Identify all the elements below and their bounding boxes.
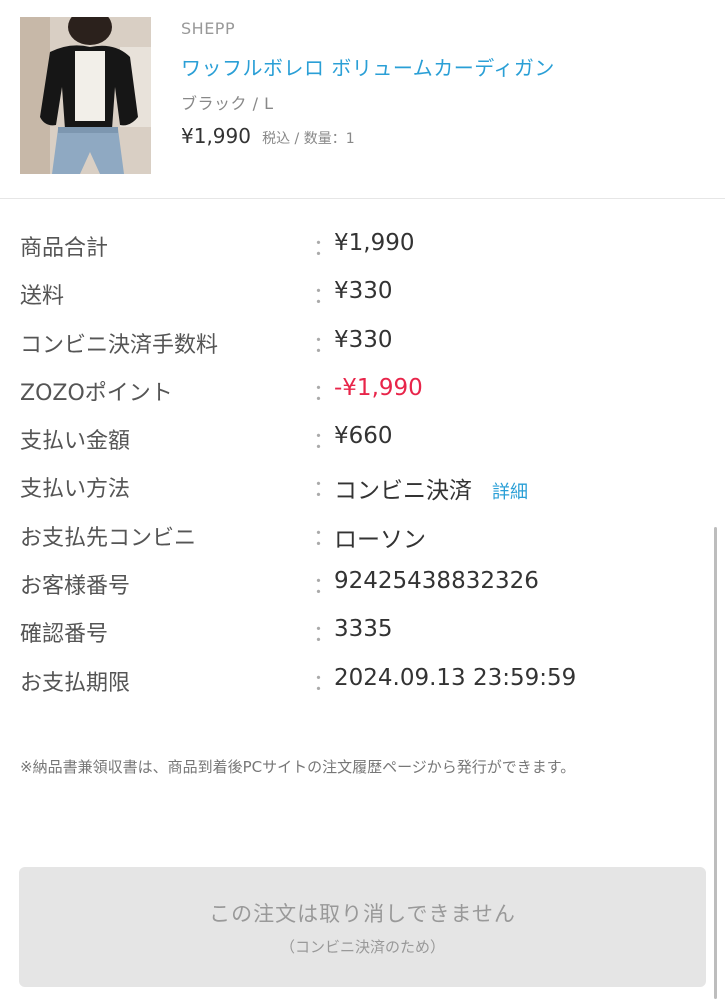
row-label: 支払い方法 (20, 477, 131, 503)
row-payment-method: 支払い方法 ： コンビニ決済 詳細 (0, 469, 725, 517)
row-zozo-points: ZOZOポイント ： -¥1,990 (0, 373, 725, 421)
payment-details: 商品合計 ： ¥1,990 送料 ： ¥330 コンビニ決済手数料 ： ¥330… (0, 228, 725, 711)
row-value: ¥1,990 (334, 230, 415, 256)
row-label: 送料 (20, 284, 65, 310)
product-item[interactable]: SHEPP ワッフルボレロ ボリュームカーディガン ブラック / L ¥1,99… (0, 0, 725, 199)
product-price: ¥1,990 (181, 124, 251, 148)
product-variant: ブラック / L (181, 94, 274, 113)
row-label: 確認番号 (20, 622, 109, 648)
row-store: お支払先コンビニ ： ローソン (0, 518, 725, 566)
row-shipping: 送料 ： ¥330 (0, 276, 725, 324)
row-colon: ： (313, 380, 336, 406)
order-detail-page: SHEPP ワッフルボレロ ボリュームカーディガン ブラック / L ¥1,99… (0, 0, 725, 999)
row-value: 2024.09.13 23:59:59 (334, 664, 577, 691)
row-label: 商品合計 (20, 236, 109, 261)
cancel-button-label: この注文は取り消しできません (209, 902, 516, 926)
product-name-link[interactable]: ワッフルボレロ ボリュームカーディガン (181, 52, 555, 81)
row-value: -¥1,990 (334, 374, 423, 401)
product-thumbnail[interactable] (20, 17, 151, 174)
row-value: ¥330 (334, 278, 393, 305)
row-colon: ： (313, 525, 336, 551)
row-value: コンビニ決済 (334, 478, 472, 505)
row-value: ¥660 (334, 423, 393, 450)
row-value: 92425438832326 (334, 568, 539, 595)
row-value: 3335 (334, 616, 393, 643)
row-label: お支払先コンビニ (20, 525, 197, 551)
row-label: 支払い金額 (20, 429, 131, 455)
row-label: お客様番号 (20, 574, 131, 600)
row-colon: ： (313, 284, 336, 310)
row-colon: ： (313, 622, 336, 648)
row-colon: ： (313, 670, 336, 696)
row-colon: ： (313, 429, 336, 455)
row-convenience-fee: コンビニ決済手数料 ： ¥330 (0, 325, 725, 373)
cancel-order-button[interactable]: この注文は取り消しできません （コンビニ決済のため） (19, 867, 706, 987)
row-payment-amount: 支払い金額 ： ¥660 (0, 421, 725, 469)
payment-detail-link[interactable]: 詳細 (492, 482, 528, 503)
row-colon: ： (313, 574, 336, 600)
row-customer-number: お客様番号 ： 92425438832326 (0, 566, 725, 614)
row-value-container: コンビニ決済 詳細 (334, 471, 528, 505)
row-colon: ： (313, 477, 336, 503)
row-payment-deadline: お支払期限 ： 2024.09.13 23:59:59 (0, 663, 725, 711)
row-value: ¥330 (334, 326, 393, 353)
scrollbar[interactable] (714, 527, 717, 999)
receipt-note: ※納品書兼領収書は、商品到着後PCサイトの注文履歴ページから発行ができます。 (20, 758, 576, 776)
row-label: お支払期限 (20, 670, 131, 696)
cancel-button-sublabel: （コンビニ決済のため） (279, 938, 445, 956)
row-label: ZOZOポイント (20, 380, 173, 406)
row-subtotal: 商品合計 ： ¥1,990 (0, 228, 725, 276)
row-colon: ： (313, 332, 336, 358)
product-price-line: ¥1,990 税込 / 数量：1 (181, 124, 355, 148)
product-tax-quantity: 税込 / 数量：1 (262, 131, 355, 147)
product-brand: SHEPP (181, 19, 236, 38)
row-value: ローソン (334, 526, 426, 553)
row-label: コンビニ決済手数料 (20, 332, 219, 358)
row-confirmation-number: 確認番号 ： 3335 (0, 614, 725, 662)
row-colon: ： (313, 236, 336, 261)
